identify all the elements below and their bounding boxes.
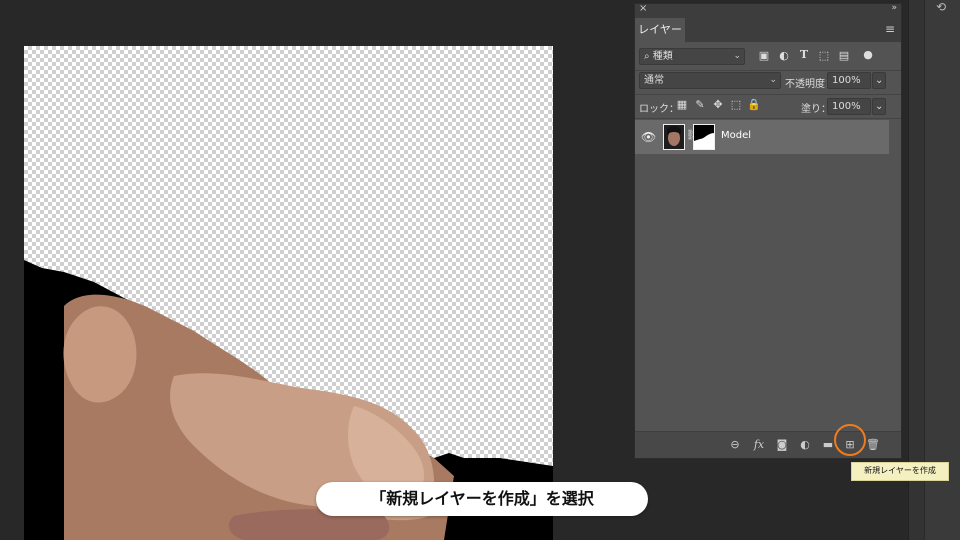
filter-kind-value: 種類 — [652, 51, 673, 62]
blend-mode-value: 通常 — [644, 75, 664, 86]
divider — [635, 118, 901, 119]
search-icon: ⌕ — [644, 51, 650, 62]
layers-panel: × » レイヤー ≡ ⌕ 種類 ⌄ ▣ ◐ T ⬚ ▤ ● 通常 ⌄ 不透明度：… — [634, 3, 902, 459]
opacity-dropdown[interactable]: ⌄ — [872, 72, 886, 89]
link-layers-icon[interactable]: ⊖ — [727, 438, 743, 451]
chevron-down-icon: ⌄ — [875, 101, 884, 112]
image-filter-icon[interactable]: ▣ — [757, 49, 771, 62]
close-icon[interactable]: × — [639, 3, 647, 14]
lock-artboard-icon[interactable]: ⬚ — [729, 98, 743, 111]
panel-title-bar: × » — [635, 3, 901, 18]
smart-object-filter-icon[interactable]: ▤ — [837, 49, 851, 62]
layer-thumbnail[interactable] — [663, 124, 685, 150]
lock-image-icon[interactable]: ✎ — [693, 98, 707, 111]
highlight-ring — [834, 424, 866, 456]
type-filter-icon[interactable]: T — [797, 48, 811, 61]
history-icon[interactable]: ⟲ — [936, 0, 946, 14]
layer-row[interactable]: 👁 ⛓ Model — [635, 120, 889, 154]
add-mask-icon[interactable]: ◙ — [774, 438, 790, 451]
eye-icon[interactable]: 👁 — [641, 130, 656, 144]
opacity-value: 100% — [832, 75, 861, 86]
collapse-icon[interactable]: » — [891, 3, 897, 13]
blend-row: 通常 ⌄ 不透明度： 100% ⌄ — [635, 72, 901, 94]
tooltip: 新規レイヤーを作成 — [851, 462, 949, 481]
fill-dropdown[interactable]: ⌄ — [872, 98, 886, 115]
adjustment-layer-icon[interactable]: ◐ — [797, 438, 813, 451]
divider — [635, 70, 901, 71]
fill-value: 100% — [832, 101, 861, 112]
tab-layers[interactable]: レイヤー — [635, 18, 685, 42]
filter-kind-select[interactable]: ⌕ 種類 ⌄ — [639, 48, 745, 65]
lock-transparent-icon[interactable]: ▦ — [675, 98, 689, 111]
adjustment-filter-icon[interactable]: ◐ — [777, 49, 791, 62]
shape-filter-icon[interactable]: ⬚ — [817, 49, 831, 62]
lock-row: ロック： ▦ ✎ ✥ ⬚ 🔒 塗り： 100% ⌄ — [635, 96, 901, 118]
fill-field[interactable]: 100% — [827, 98, 871, 115]
delete-layer-icon[interactable]: 🗑 — [865, 438, 881, 451]
lock-label: ロック： — [639, 104, 679, 115]
filter-toggle-icon[interactable]: ● — [861, 48, 875, 61]
lock-all-icon[interactable]: 🔒 — [747, 98, 761, 111]
panel-menu-icon[interactable]: ≡ — [885, 22, 895, 36]
chevron-down-icon: ⌄ — [875, 75, 884, 86]
layer-mask-thumbnail[interactable] — [693, 124, 715, 150]
filter-row: ⌕ 種類 ⌄ ▣ ◐ T ⬚ ▤ ● — [635, 48, 901, 70]
tool-column — [924, 0, 960, 540]
panel-tab-bar: レイヤー ≡ — [635, 18, 901, 42]
tool-strip: ⟲ — [908, 0, 960, 540]
model-photo — [24, 260, 553, 540]
document-canvas[interactable] — [24, 46, 553, 540]
layer-name[interactable]: Model — [721, 130, 751, 141]
chevron-down-icon: ⌄ — [733, 51, 741, 61]
opacity-field[interactable]: 100% — [827, 72, 871, 89]
instruction-caption: 「新規レイヤーを作成」を選択 — [316, 482, 648, 516]
lock-position-icon[interactable]: ✥ — [711, 98, 725, 111]
chevron-down-icon: ⌄ — [769, 75, 777, 85]
layer-thumbnail-image — [664, 125, 684, 149]
blend-mode-select[interactable]: 通常 ⌄ — [639, 72, 781, 89]
layer-mask-image — [694, 125, 714, 149]
fx-icon[interactable]: fx — [751, 438, 767, 451]
divider — [635, 94, 901, 95]
